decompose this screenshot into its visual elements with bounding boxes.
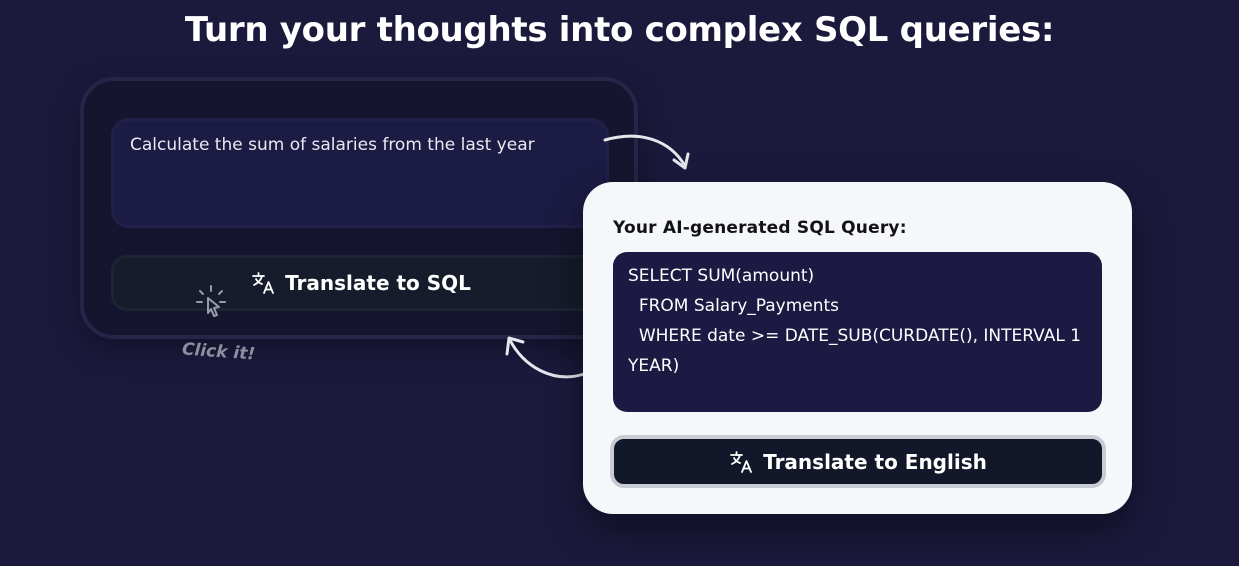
translate-to-english-button[interactable]: Translate to English — [610, 435, 1106, 488]
result-title: Your AI-generated SQL Query: — [613, 218, 907, 238]
translate-to-sql-button[interactable]: Translate to SQL — [111, 255, 611, 311]
page: Turn your thoughts into complex SQL quer… — [0, 0, 1239, 566]
translate-icon — [730, 450, 753, 473]
result-card: Your AI-generated SQL Query: SELECT SUM(… — [583, 182, 1132, 514]
translate-to-english-label: Translate to English — [763, 449, 987, 474]
click-cursor-icon — [196, 285, 226, 317]
sql-output[interactable]: SELECT SUM(amount) FROM Salary_Payments … — [613, 252, 1102, 412]
click-it-hint: Click it! — [181, 339, 256, 365]
curved-arrow-left-icon — [505, 336, 586, 379]
prompt-input[interactable]: Calculate the sum of salaries from the l… — [111, 118, 609, 228]
sql-line: SELECT SUM(amount) — [628, 266, 815, 286]
prompt-panel: Calculate the sum of salaries from the l… — [80, 77, 638, 339]
curved-arrow-right-icon — [603, 134, 690, 170]
sql-line: FROM Salary_Payments — [628, 296, 840, 316]
translate-icon — [252, 272, 274, 294]
page-headline: Turn your thoughts into complex SQL quer… — [184, 10, 1055, 50]
translate-to-sql-label: Translate to SQL — [285, 271, 471, 295]
sql-line: WHERE date >= DATE_SUB(CURDATE(), INTERV… — [628, 326, 1087, 376]
